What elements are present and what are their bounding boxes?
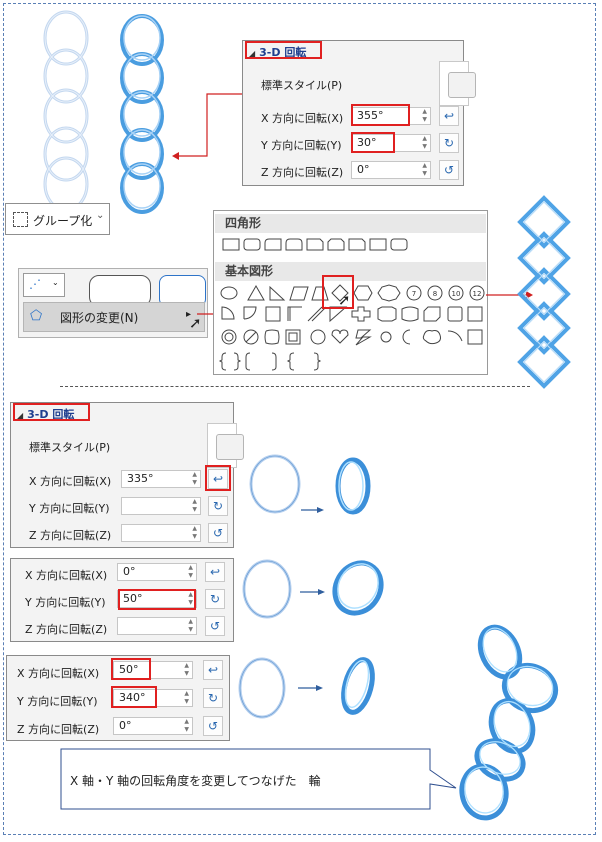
- y-rotation-label: Y 方向に回転(Y): [25, 596, 106, 609]
- preset-label: 標準スタイル(P): [29, 441, 111, 454]
- rectangle-shapes-row[interactable]: [222, 237, 422, 253]
- diamond-chain: [517, 195, 571, 389]
- z-rotation-label: Z 方向に回転(Z): [17, 723, 100, 736]
- number-8-icon: 8: [433, 290, 437, 298]
- shapes-gallery: 四角形 基本図形 7 8 10 12 ➚: [213, 210, 488, 375]
- rotate-left-highlight: [205, 465, 231, 491]
- number-12-icon: 12: [473, 290, 482, 298]
- section-rectangles: 四角形: [215, 214, 486, 233]
- y-rotation-highlight: [351, 132, 395, 153]
- z-rotation-input[interactable]: ▲ ▼: [121, 524, 201, 542]
- number-7-icon: 7: [412, 290, 416, 298]
- y-rotation-label: Y 方向に回転(Y): [261, 139, 342, 152]
- rotation-panel-3: X 方向に回転(X) 0° ▲ ▼ ↩ Y 方向に回転(Y) 50° ▲ ▼ ↻ Z 方…: [10, 558, 234, 642]
- number-10-icon: 10: [452, 290, 461, 298]
- z-rotation-input[interactable]: ▲ ▼: [117, 617, 197, 635]
- x-rotation-label: X 方向に回転(X): [29, 475, 112, 488]
- arrow-to-rings: [172, 93, 242, 160]
- shape-menu-strip: ⋰ ⌄ ⬠ 図形の変更(N) ▸ ➚: [18, 268, 208, 338]
- chevron-down-icon: ⌄: [52, 278, 59, 287]
- ring-transform-3: [238, 657, 375, 719]
- x-rotation-label: X 方向に回転(X): [25, 569, 108, 582]
- rotate-up-icon[interactable]: ↻: [439, 133, 459, 153]
- x-rotation-label: X 方向に回転(X): [17, 667, 100, 680]
- rotate-cw-icon[interactable]: ↺: [439, 160, 459, 180]
- x-rotation-highlight: [111, 658, 151, 680]
- change-shape-icon: ⬠: [30, 308, 43, 324]
- rotate-cw-icon[interactable]: ↺: [203, 716, 223, 736]
- rotate-cw-icon[interactable]: ↺: [205, 616, 225, 636]
- rotate-cw-icon[interactable]: ↺: [208, 523, 228, 543]
- rotate-up-icon[interactable]: ↻: [205, 589, 225, 609]
- interlinked-rings: [459, 624, 559, 821]
- group-icon: [13, 212, 28, 227]
- z-rotation-input[interactable]: 0° ▲ ▼: [113, 717, 193, 735]
- y-rotation-label: Y 方向に回転(Y): [17, 695, 98, 708]
- ring-transform-1: [249, 454, 371, 515]
- z-rotation-label: Z 方向に回転(Z): [25, 623, 108, 636]
- mouse-cursor-icon: ➚: [338, 291, 351, 309]
- menu-item-change-shape[interactable]: ⬠ 図形の変更(N) ▸: [23, 302, 205, 332]
- header-highlight: [245, 41, 322, 59]
- edit-points-icon: ⋰: [29, 277, 41, 291]
- x-rotation-input[interactable]: 0° ▲ ▼: [117, 563, 197, 581]
- rings-plain-chain: [43, 10, 89, 212]
- ring-transform-2: [242, 559, 384, 619]
- rotate-left-icon[interactable]: ↩: [439, 106, 459, 126]
- preset-label: 標準スタイル(P): [261, 79, 343, 92]
- y-rotation-highlight: [118, 589, 196, 610]
- rings-3d-chain: [120, 14, 164, 214]
- rotate-up-icon[interactable]: ↻: [208, 496, 228, 516]
- section-divider: [60, 386, 530, 387]
- callout-text: X 軸・Y 軸の回転角度を変更してつなげた 輪: [70, 774, 321, 788]
- rotate-up-icon[interactable]: ↻: [203, 688, 223, 708]
- rotation-panel-top: ◢ 3-D 回転 標準スタイル(P) X 方向に回転(X) 355° ▲ ▼ ↩ Y …: [242, 40, 476, 186]
- x-rotation-highlight: [351, 104, 410, 126]
- y-rotation-label: Y 方向に回転(Y): [29, 502, 110, 515]
- preset-picker[interactable]: [207, 423, 244, 468]
- z-rotation-input[interactable]: 0° ▲ ▼: [351, 161, 431, 179]
- preset-picker[interactable]: [439, 61, 476, 106]
- z-rotation-label: Z 方向に回転(Z): [261, 166, 344, 179]
- header-highlight: [13, 403, 90, 421]
- rotate-left-icon[interactable]: ↩: [205, 562, 225, 582]
- y-rotation-highlight: [111, 686, 157, 708]
- chevron-down-icon: ⌄: [96, 210, 105, 221]
- y-rotation-input[interactable]: ▲ ▼: [121, 497, 201, 515]
- x-rotation-input[interactable]: 335° ▲ ▼: [121, 470, 201, 488]
- rotation-panel-4: X 方向に回転(X) 50° ▲ ▼ ↩ Y 方向に回転(Y) 340° ▲ ▼ ↻ Z…: [6, 655, 230, 741]
- z-rotation-label: Z 方向に回転(Z): [29, 529, 112, 542]
- x-rotation-label: X 方向に回転(X): [261, 112, 344, 125]
- shape-edit-button[interactable]: ⋰ ⌄: [23, 273, 65, 297]
- rotation-panel-2: ◢ 3-D 回転 標準スタイル(P) X 方向に回転(X) 335° ▲ ▼ ↩ Y …: [10, 402, 244, 548]
- rotate-left-icon[interactable]: ↩: [203, 660, 223, 680]
- group-button[interactable]: グループ化 ⌄: [5, 203, 110, 235]
